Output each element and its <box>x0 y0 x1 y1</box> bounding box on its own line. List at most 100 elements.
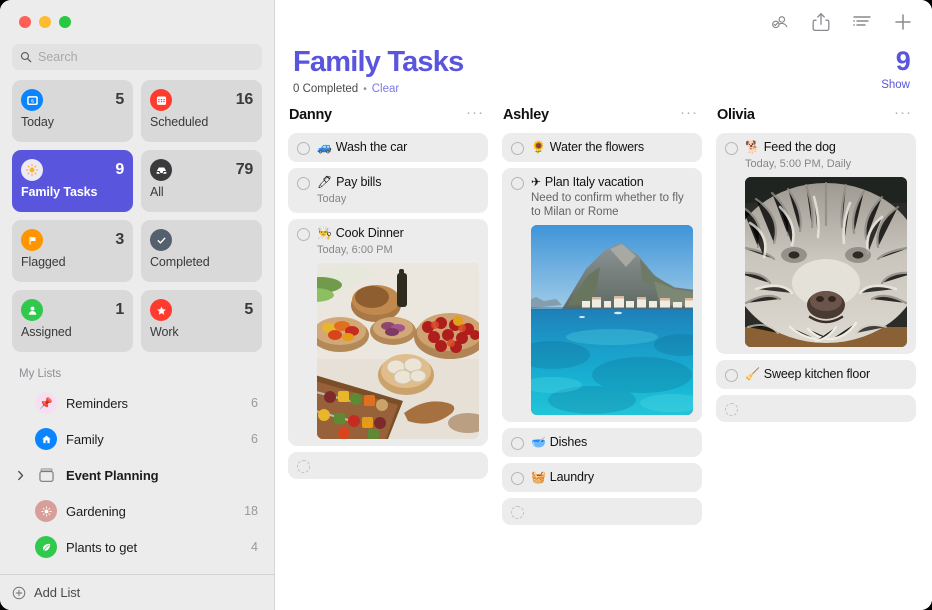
new-task-checkbox[interactable] <box>725 403 738 416</box>
complete-checkbox[interactable] <box>511 437 524 450</box>
share-people-icon[interactable] <box>769 11 791 33</box>
task-emoji: 🐕 <box>745 140 760 155</box>
smart-list-label: Completed <box>150 255 253 269</box>
complete-checkbox[interactable] <box>725 142 738 155</box>
column-header: Ashley ··· <box>502 104 702 126</box>
task-row[interactable]: 🐕 Feed the dog Today, 5:00 PM, Daily <box>716 133 916 354</box>
task-title: Cook Dinner <box>336 226 404 241</box>
list-item-plants-to-get[interactable]: › Plants to get 4 <box>0 529 274 565</box>
share-icon[interactable] <box>810 11 832 33</box>
smart-list-label: Work <box>150 325 253 339</box>
add-icon[interactable] <box>892 11 914 33</box>
smart-list-assigned[interactable]: 1 Assigned <box>12 290 133 352</box>
calendar-day-icon: 5 <box>21 89 43 111</box>
smart-list-scheduled[interactable]: 16 Scheduled <box>141 80 262 142</box>
smart-list-today[interactable]: 5 5 Today <box>12 80 133 142</box>
person-icon <box>21 299 43 321</box>
smart-list-work[interactable]: 5 Work <box>141 290 262 352</box>
search-input[interactable] <box>38 50 254 64</box>
list-header: Family Tasks 0 Completed • Clear 9 Show <box>275 44 932 95</box>
complete-checkbox[interactable] <box>511 142 524 155</box>
list-item-family[interactable]: › Family 6 <box>0 421 274 457</box>
pushpin-icon: 📌 <box>35 392 57 414</box>
list-item-count: 18 <box>244 504 258 518</box>
new-task-checkbox[interactable] <box>297 460 310 473</box>
reminders-window: 5 5 Today <box>0 0 932 610</box>
minimize-button[interactable] <box>39 16 51 28</box>
my-lists: › 📌 Reminders 6 › Family 6 <box>0 385 274 574</box>
task-emoji: 🧹 <box>745 367 760 382</box>
new-task-row[interactable] <box>288 452 488 479</box>
smart-list-family-tasks[interactable]: 9 Family Tasks <box>12 150 133 212</box>
reminder-count: 9 <box>896 46 910 76</box>
show-button[interactable]: Show <box>881 79 910 91</box>
task-emoji: 🥣 <box>531 435 546 450</box>
complete-checkbox[interactable] <box>511 472 524 485</box>
leaf-icon <box>35 536 57 558</box>
list-item-count: 4 <box>251 540 258 554</box>
complete-checkbox[interactable] <box>297 142 310 155</box>
clear-button[interactable]: Clear <box>372 83 399 95</box>
smart-lists-grid: 5 5 Today <box>0 80 274 352</box>
column-more-button[interactable]: ··· <box>894 109 912 122</box>
smart-list-count: 79 <box>236 161 253 179</box>
task-row[interactable]: 🖊 Pay bills Today <box>288 168 488 213</box>
smart-list-count: 16 <box>236 91 253 109</box>
task-body: 🚙 Wash the car <box>317 140 479 155</box>
list-view-icon[interactable] <box>851 11 873 33</box>
task-title: Pay bills <box>336 175 381 190</box>
column-title: Danny <box>289 107 332 123</box>
calendar-icon <box>150 89 172 111</box>
complete-checkbox[interactable] <box>725 369 738 382</box>
complete-checkbox[interactable] <box>297 228 310 241</box>
task-row[interactable]: 👨‍🍳 Cook Dinner Today, 6:00 PM <box>288 219 488 446</box>
task-title-row: ✈ Plan Italy vacation <box>531 175 693 190</box>
smart-list-completed[interactable]: Completed <box>141 220 262 282</box>
svg-text:5: 5 <box>31 98 34 104</box>
task-emoji: 🌻 <box>531 140 546 155</box>
toolbar <box>275 0 932 44</box>
chevron-right-icon[interactable] <box>14 470 26 481</box>
task-body: 👨‍🍳 Cook Dinner Today, 6:00 PM <box>317 226 479 439</box>
new-task-row[interactable] <box>716 395 916 422</box>
zoom-button[interactable] <box>59 16 71 28</box>
task-row[interactable]: 🧺 Laundry <box>502 463 702 492</box>
list-item-label: Gardening <box>66 504 235 519</box>
smart-list-all[interactable]: 79 All <box>141 150 262 212</box>
add-list-button[interactable]: Add List <box>0 574 274 610</box>
task-title-row: 🧺 Laundry <box>531 470 693 485</box>
completed-row: 0 Completed • Clear <box>293 83 463 95</box>
list-group-event-planning[interactable]: Event Planning <box>0 457 274 493</box>
task-row[interactable]: ✈ Plan Italy vacation Need to confirm wh… <box>502 168 702 422</box>
task-due-date: Today, 6:00 PM <box>317 243 479 257</box>
smart-list-label: Today <box>21 115 124 129</box>
smart-list-flagged[interactable]: 3 Flagged <box>12 220 133 282</box>
task-row[interactable]: 🌻 Water the flowers <box>502 133 702 162</box>
window-controls <box>0 0 274 44</box>
list-item-gardening[interactable]: › Gardening 18 <box>0 493 274 529</box>
smart-list-label: All <box>150 185 253 199</box>
task-body: 🧺 Laundry <box>531 470 693 485</box>
task-row[interactable]: 🥣 Dishes <box>502 428 702 457</box>
column-header: Olivia ··· <box>716 104 916 126</box>
column-more-button[interactable]: ··· <box>466 109 484 122</box>
task-due-date: Today, 5:00 PM, Daily <box>745 157 907 171</box>
list-item-reminders[interactable]: › 📌 Reminders 6 <box>0 385 274 421</box>
main-content: Family Tasks 0 Completed • Clear 9 Show … <box>275 0 932 610</box>
folder-icon <box>35 464 57 486</box>
search-box[interactable] <box>12 44 262 70</box>
task-body: 🐕 Feed the dog Today, 5:00 PM, Daily <box>745 140 907 347</box>
task-row[interactable]: 🧹 Sweep kitchen floor <box>716 360 916 389</box>
list-header-left: Family Tasks 0 Completed • Clear <box>293 46 463 95</box>
column-more-button[interactable]: ··· <box>680 109 698 122</box>
new-task-row[interactable] <box>502 498 702 525</box>
close-button[interactable] <box>19 16 31 28</box>
task-emoji: 🧺 <box>531 470 546 485</box>
new-task-checkbox[interactable] <box>511 506 524 519</box>
task-row[interactable]: 🚙 Wash the car <box>288 133 488 162</box>
smart-list-label: Family Tasks <box>21 185 124 199</box>
column-ashley: Ashley ··· 🌻 Water the flowers <box>502 104 702 610</box>
complete-checkbox[interactable] <box>297 177 310 190</box>
complete-checkbox[interactable] <box>511 177 524 190</box>
completed-count-label: 0 Completed <box>293 83 358 95</box>
